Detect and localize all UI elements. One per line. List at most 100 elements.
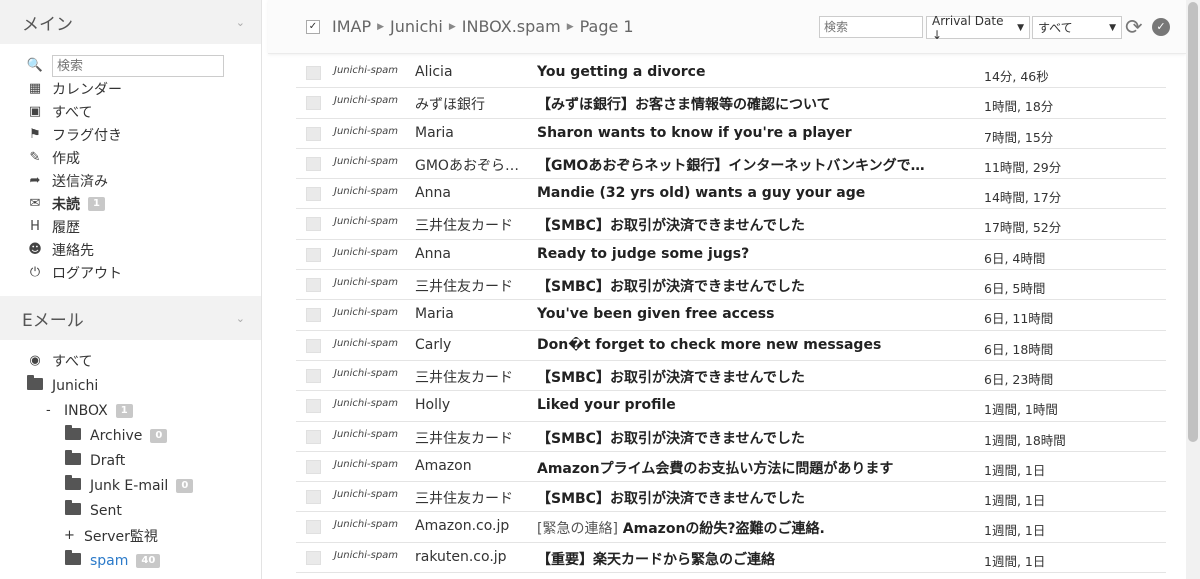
message-row[interactable]: Junichi-spam 三井住友カード 【SMBC】お取引が決済できませんでした 1… [296,209,1166,240]
message-checkbox[interactable] [306,96,321,111]
message-subject[interactable]: Liked your profile [537,397,965,413]
message-subject[interactable]: 【SMBC】お取引が決済できませんでした [537,428,965,448]
scrollbar-thumb[interactable] [1188,2,1198,442]
message-from[interactable]: 三井住友カード [415,428,523,448]
message-checkbox[interactable] [306,520,321,535]
tree-item-junk[interactable]: Junk E-mail 0 [26,473,261,498]
filter-select[interactable]: すべて ▼ [1032,16,1122,39]
message-row[interactable]: Junichi-spam Alicia You getting a divorce 1… [296,58,1166,89]
tree-item-account[interactable]: Junichi [26,373,261,398]
message-checkbox[interactable] [306,308,321,323]
message-from[interactable]: Maria [415,306,523,322]
message-search-input[interactable] [819,16,923,38]
message-subject[interactable]: 【SMBC】お取引が決済できませんでした [537,367,965,387]
message-checkbox[interactable] [306,338,321,353]
message-checkbox[interactable] [306,247,321,262]
message-row[interactable]: Junichi-spam 三井住友カード 【SMBC】お取引が決済できませんでした 1… [296,482,1166,513]
message-subject[interactable]: [緊急の連絡] Amazonの紛失?盗難のご連絡. [537,518,965,538]
message-checkbox[interactable] [306,217,321,232]
tree-item-spam[interactable]: spam 40 [26,548,261,573]
message-row[interactable]: Junichi-spam Anna Ready to judge some jugs… [296,240,1166,271]
message-row[interactable]: Junichi-spam Maria Sharon wants to know if… [296,119,1166,149]
nav-item-calendar[interactable]: ▦ カレンダー [26,77,261,100]
message-from[interactable]: Maria [415,125,523,141]
message-from[interactable]: 三井住友カード [415,276,523,296]
tree-item-archive[interactable]: Archive 0 [26,423,261,448]
message-subject[interactable]: 【GMOあおぞらネット銀行】インターネットバンキングで… [537,155,965,175]
nav-item-flagged[interactable]: ⚑ フラグ付き [26,123,261,146]
message-checkbox[interactable] [306,399,321,414]
chevron-down-icon[interactable]: ⌄ [236,16,245,29]
email-section-header[interactable]: Eメール ⌄ [0,296,261,340]
message-from[interactable]: Amazon [415,458,523,474]
message-from[interactable]: Anna [415,185,523,201]
message-row[interactable]: Junichi-spam Amazon.co.jp [緊急の連絡] Amazonの紛… [296,512,1166,543]
message-from[interactable]: rakuten.co.jp [415,549,523,565]
breadcrumb-imap[interactable]: IMAP [332,17,371,36]
tree-item-all[interactable]: ◉ すべて [26,348,261,373]
message-from[interactable]: Alicia [415,64,523,80]
sidebar-search-input[interactable] [52,54,224,77]
breadcrumb-account[interactable]: Junichi [390,17,443,36]
message-checkbox[interactable] [306,126,321,141]
sort-select[interactable]: Arrival Date ↓ ▼ [926,14,1030,42]
scrollbar[interactable] [1186,0,1200,579]
message-row[interactable]: Junichi-spam 三井住友カード 【SMBC】お取引が決済できませんでした 1… [296,422,1166,452]
message-checkbox[interactable] [306,490,321,505]
message-row[interactable]: Junichi-spam Anna Mandie (32 yrs old) want… [296,179,1166,210]
mark-read-icon[interactable]: ✓ [1152,18,1170,36]
message-checkbox[interactable] [306,459,321,474]
tree-item-sent[interactable]: Sent [26,498,261,523]
message-checkbox[interactable] [306,550,321,565]
message-row[interactable]: Junichi-spam 三井住友カード 【SMBC】お取引が決済できませんでした 6… [296,361,1166,392]
expand-toggle[interactable]: + [64,528,84,543]
message-subject[interactable]: You've been given free access [537,306,965,322]
nav-item-history[interactable]: H 履歴 [26,215,261,238]
message-row[interactable]: Junichi-spam Maria You've been given free … [296,300,1166,331]
message-checkbox[interactable] [306,429,321,444]
message-from[interactable]: Anna [415,246,523,262]
message-subject[interactable]: You getting a divorce [537,64,965,80]
message-subject[interactable]: Don�t forget to check more new messages [537,337,965,353]
message-from[interactable]: Amazon.co.jp [415,518,523,534]
main-section-header[interactable]: メイン ⌄ [0,0,261,44]
message-from[interactable]: みずほ銀行 [415,94,523,114]
nav-item-compose[interactable]: ✎ 作成 [26,146,261,169]
message-subject[interactable]: Mandie (32 yrs old) wants a guy your age [537,185,965,201]
nav-item-all[interactable]: ▣ すべて [26,100,261,123]
message-from[interactable]: 三井住友カード [415,215,523,235]
nav-item-logout[interactable]: ⏻ ログアウト [26,261,261,284]
message-row[interactable]: Junichi-spam Holly Liked your profile 1週間, … [296,391,1166,422]
message-row[interactable]: Junichi-spam rakuten.co.jp 【重要】楽天カードから緊急のご… [296,543,1166,574]
message-subject[interactable]: Ready to judge some jugs? [537,246,965,262]
breadcrumb-folder[interactable]: INBOX.spam [462,17,561,36]
refresh-icon[interactable]: ⟳ [1125,15,1143,39]
tree-item-inbox[interactable]: - INBOX 1 [26,398,261,423]
tree-item-draft[interactable]: Draft [26,448,261,473]
chevron-down-icon[interactable]: ⌄ [236,312,245,325]
nav-item-unread[interactable]: ✉ 未読 1 [26,192,261,215]
message-checkbox[interactable] [306,66,321,80]
collapse-toggle[interactable]: - [46,403,64,418]
nav-item-sent[interactable]: ➦ 送信済み [26,169,261,192]
message-row[interactable]: Junichi-spam GMOあおぞら… 【GMOあおぞらネット銀行】インターネッ… [296,149,1166,180]
message-subject[interactable]: 【重要】楽天カードから緊急のご連絡 [537,549,965,569]
select-all-checkbox[interactable]: ✓ [306,20,320,34]
message-row[interactable]: Junichi-spam Carly Don�t forget to check m… [296,331,1166,361]
message-from[interactable]: Carly [415,337,523,353]
message-checkbox[interactable] [306,187,321,202]
message-subject[interactable]: Amazonプライム会費のお支払い方法に問題があります [537,458,965,478]
message-from[interactable]: GMOあおぞら… [415,155,523,175]
message-from[interactable]: Holly [415,397,523,413]
message-checkbox[interactable] [306,368,321,383]
message-checkbox[interactable] [306,278,321,293]
message-subject[interactable]: 【SMBC】お取引が決済できませんでした [537,488,965,508]
message-subject[interactable]: 【SMBC】お取引が決済できませんでした [537,276,965,296]
message-row[interactable]: Junichi-spam 三井住友カード 【SMBC】お取引が決済できませんでした 6… [296,270,1166,301]
message-subject[interactable]: Sharon wants to know if you're a player [537,125,965,141]
message-row[interactable]: Junichi-spam みずほ銀行 【みずほ銀行】お客さま情報等の確認について 1時… [296,88,1166,119]
nav-item-contacts[interactable]: ☻ 連絡先 [26,238,261,261]
message-from[interactable]: 三井住友カード [415,488,523,508]
message-checkbox[interactable] [306,156,321,171]
message-from[interactable]: 三井住友カード [415,367,523,387]
